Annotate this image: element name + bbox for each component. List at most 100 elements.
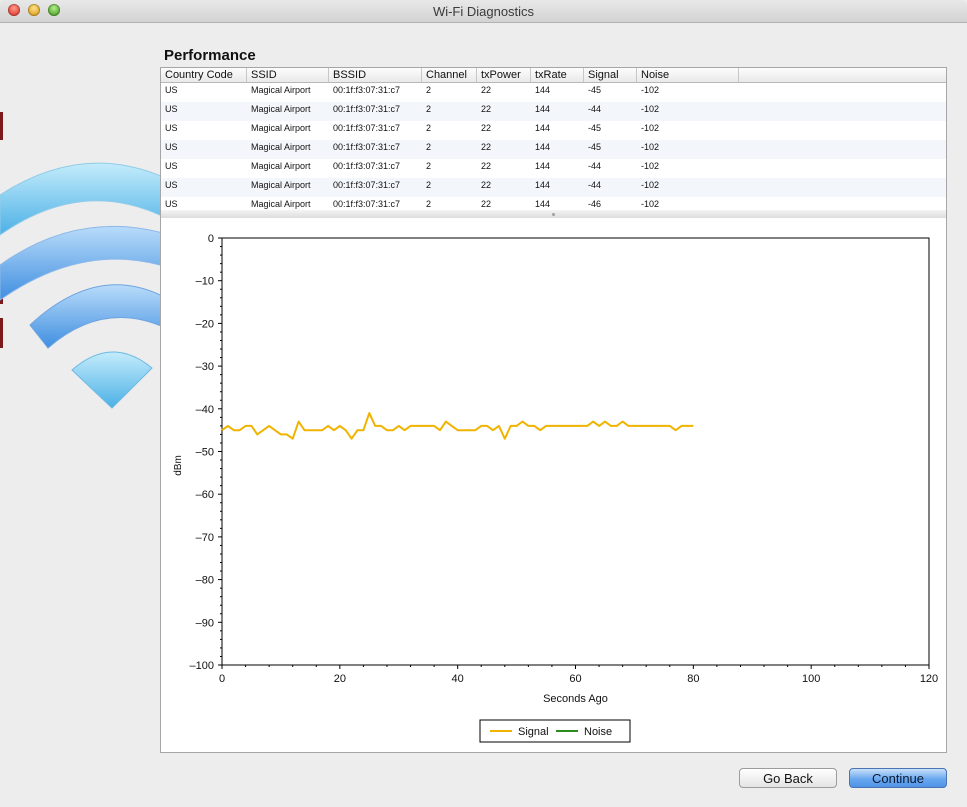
cell-ssid: Magical Airport	[251, 123, 311, 133]
y-tick-label: –60	[196, 489, 214, 501]
table-row[interactable]: US Magical Airport 00:1f:f3:07:31:c7 2 2…	[161, 102, 946, 121]
x-tick-label: 80	[687, 673, 699, 685]
cell-signal: -45	[588, 85, 602, 95]
cell-channel: 2	[426, 104, 432, 114]
cell-noise: -102	[641, 142, 660, 152]
y-tick-label: –20	[196, 318, 214, 330]
cell-country-code: US	[165, 104, 178, 114]
cell-bssid: 00:1f:f3:07:31:c7	[333, 199, 401, 209]
y-tick-label: –50	[196, 447, 214, 459]
cell-signal: -44	[588, 180, 602, 190]
cell-txrate: 144	[535, 180, 551, 190]
cell-country-code: US	[165, 142, 178, 152]
table-row[interactable]: US Magical Airport 00:1f:f3:07:31:c7 2 2…	[161, 83, 946, 102]
performance-table[interactable]: Country Code SSID BSSID Channel txPower …	[160, 67, 947, 211]
x-tick-label: 0	[219, 673, 225, 685]
cell-channel: 2	[426, 123, 432, 133]
table-row[interactable]: US Magical Airport 00:1f:f3:07:31:c7 2 2…	[161, 178, 946, 197]
split-view-divider[interactable]	[160, 210, 947, 218]
cell-txpower: 22	[481, 142, 492, 152]
cell-channel: 2	[426, 142, 432, 152]
x-tick-label: 20	[334, 673, 346, 685]
cell-txrate: 144	[535, 104, 551, 114]
cell-txrate: 144	[535, 85, 551, 95]
column-header-txrate[interactable]: txRate	[531, 68, 584, 82]
y-axis-label: dBm	[173, 455, 184, 476]
y-tick-label: –80	[196, 575, 214, 587]
cell-txrate: 144	[535, 123, 551, 133]
cell-signal: -44	[588, 161, 602, 171]
cell-noise: -102	[641, 123, 660, 133]
y-tick-label: –10	[196, 276, 214, 288]
cell-bssid: 00:1f:f3:07:31:c7	[333, 123, 401, 133]
legend-label-signal: Signal	[518, 726, 549, 738]
cell-ssid: Magical Airport	[251, 85, 311, 95]
cell-country-code: US	[165, 161, 178, 171]
go-back-button[interactable]: Go Back	[739, 768, 837, 788]
column-header-ssid[interactable]: SSID	[247, 68, 329, 82]
cell-ssid: Magical Airport	[251, 161, 311, 171]
cell-signal: -45	[588, 123, 602, 133]
cell-txrate: 144	[535, 142, 551, 152]
cell-country-code: US	[165, 85, 178, 95]
divider-grip-icon	[552, 213, 555, 216]
cell-ssid: Magical Airport	[251, 199, 311, 209]
cell-country-code: US	[165, 199, 178, 209]
wifi-signal-icon	[0, 162, 170, 409]
x-tick-label: 100	[802, 673, 820, 685]
chart-legend: Signal Noise	[479, 719, 631, 743]
cell-channel: 2	[426, 161, 432, 171]
cell-ssid: Magical Airport	[251, 142, 311, 152]
cell-bssid: 00:1f:f3:07:31:c7	[333, 142, 401, 152]
cell-signal: -45	[588, 142, 602, 152]
cell-noise: -102	[641, 104, 660, 114]
cell-bssid: 00:1f:f3:07:31:c7	[333, 85, 401, 95]
cell-country-code: US	[165, 180, 178, 190]
signal-noise-chart: 0 –10 –20 –30 –40 –50 –60 –70 –80 –90 –100 0 20 40 60…	[173, 233, 938, 743]
x-axis-label: Seconds Ago	[543, 693, 608, 705]
y-tick-label: –70	[196, 532, 214, 544]
column-header-noise[interactable]: Noise	[637, 68, 739, 82]
window-title: Wi-Fi Diagnostics	[432, 4, 535, 19]
cell-channel: 2	[426, 199, 432, 209]
cell-channel: 2	[426, 180, 432, 190]
table-row[interactable]: US Magical Airport 00:1f:f3:07:31:c7 2 2…	[161, 140, 946, 159]
cell-noise: -102	[641, 161, 660, 171]
performance-heading: Performance	[164, 47, 256, 64]
continue-button[interactable]: Continue	[849, 768, 947, 788]
column-header-bssid[interactable]: BSSID	[329, 68, 422, 82]
left-edge-mark	[0, 112, 3, 140]
cell-ssid: Magical Airport	[251, 180, 311, 190]
cell-txpower: 22	[481, 199, 492, 209]
legend-label-noise: Noise	[584, 726, 612, 738]
cell-txrate: 144	[535, 161, 551, 171]
cell-txpower: 22	[481, 180, 492, 190]
y-tick-label: –100	[190, 660, 214, 672]
cell-bssid: 00:1f:f3:07:31:c7	[333, 104, 401, 114]
column-header-signal[interactable]: Signal	[584, 68, 637, 82]
table-row[interactable]: US Magical Airport 00:1f:f3:07:31:c7 2 2…	[161, 197, 946, 210]
column-header-txpower[interactable]: txPower	[477, 68, 531, 82]
y-tick-label: –90	[196, 617, 214, 629]
cell-bssid: 00:1f:f3:07:31:c7	[333, 180, 401, 190]
cell-signal: -44	[588, 104, 602, 114]
cell-txpower: 22	[481, 85, 492, 95]
y-tick-label: –30	[196, 361, 214, 373]
y-tick-label: –40	[196, 404, 214, 416]
cell-bssid: 00:1f:f3:07:31:c7	[333, 161, 401, 171]
column-header-channel[interactable]: Channel	[422, 68, 477, 82]
plot-area	[221, 237, 930, 666]
table-row[interactable]: US Magical Airport 00:1f:f3:07:31:c7 2 2…	[161, 121, 946, 140]
wifi-diagnostics-window: Wi-Fi Diagnostics Performance Country Co…	[0, 0, 967, 807]
x-tick-label: 120	[920, 673, 938, 685]
cell-ssid: Magical Airport	[251, 104, 311, 114]
x-tick-label: 40	[452, 673, 464, 685]
x-tick-label: 60	[569, 673, 581, 685]
table-row[interactable]: US Magical Airport 00:1f:f3:07:31:c7 2 2…	[161, 159, 946, 178]
chart-panel: 0 –10 –20 –30 –40 –50 –60 –70 –80 –90 –100 0 20 40 60…	[160, 218, 947, 753]
cell-txrate: 144	[535, 199, 551, 209]
table-header: Country Code SSID BSSID Channel txPower …	[161, 68, 946, 83]
y-tick-label: 0	[208, 233, 214, 245]
column-header-country-code[interactable]: Country Code	[161, 68, 247, 82]
cell-country-code: US	[165, 123, 178, 133]
